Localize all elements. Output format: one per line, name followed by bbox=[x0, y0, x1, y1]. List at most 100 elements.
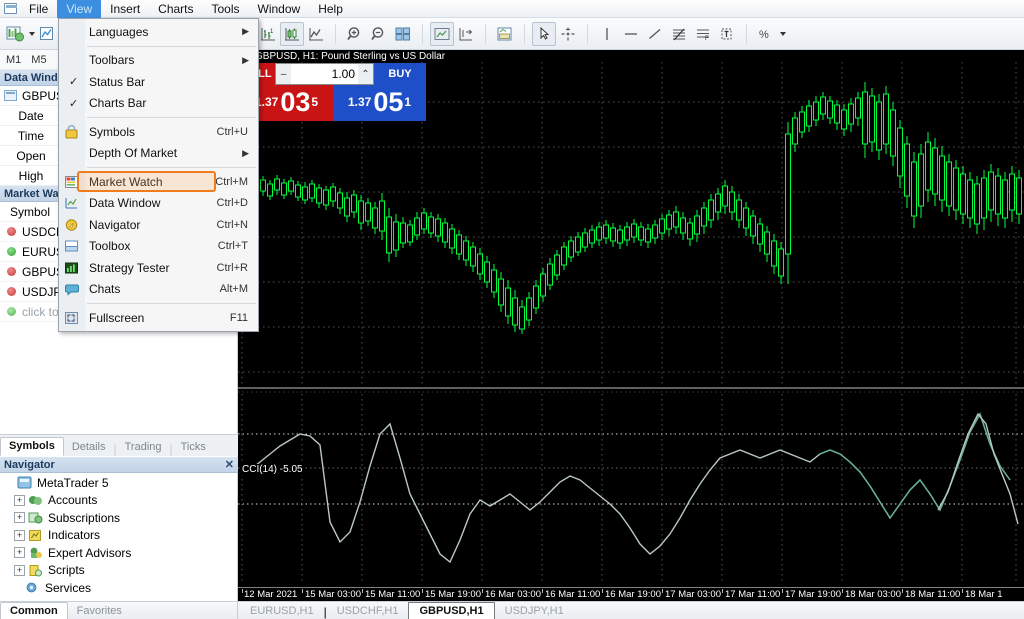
chart-time-axis: 12 Mar 2021 15 Mar 03:00 15 Mar 11:00 15… bbox=[238, 587, 1024, 601]
profiles-icon[interactable] bbox=[35, 22, 59, 46]
menu-item-languages[interactable]: Languages ▶ bbox=[59, 21, 258, 43]
svg-text:1: 1 bbox=[270, 29, 274, 35]
menu-item-tools[interactable]: Tools bbox=[203, 0, 249, 18]
timeframe-m1[interactable]: M1 bbox=[6, 54, 21, 66]
text-label-icon[interactable] bbox=[715, 22, 739, 46]
navigator-item-services[interactable]: Services bbox=[0, 579, 238, 597]
menu-item-navigator[interactable]: Navigator Ctrl+N bbox=[59, 214, 258, 236]
volume-stepper[interactable]: – 1.00 ⌃ bbox=[275, 63, 374, 85]
time-label: 17 Mar 11:00 bbox=[725, 589, 781, 600]
auto-scroll-icon[interactable] bbox=[429, 21, 454, 46]
navigator-item-subscriptions[interactable]: + Subscriptions bbox=[0, 509, 238, 527]
chart-tab-usdjpy[interactable]: USDJPY,H1 bbox=[495, 603, 574, 619]
navigator-icon bbox=[64, 218, 80, 232]
vertical-line-icon[interactable] bbox=[595, 22, 619, 46]
menu-item-toolbox[interactable]: Toolbox Ctrl+T bbox=[59, 236, 258, 258]
menu-separator bbox=[87, 45, 256, 47]
menu-shortcut: Ctrl+U bbox=[216, 125, 248, 138]
navigator-item-accounts[interactable]: + Accounts bbox=[0, 492, 238, 510]
chart-area[interactable]: GBPUSD, H1: Pound Sterling vs US Dollar bbox=[238, 50, 1024, 601]
menu-item-status-bar[interactable]: ✓ Status Bar bbox=[59, 71, 258, 93]
direction-down-icon bbox=[6, 286, 17, 297]
menu-item-depth-of-market[interactable]: Depth Of Market ▶ bbox=[59, 143, 258, 165]
line-chart-icon[interactable] bbox=[304, 22, 328, 46]
zoom-in-icon[interactable] bbox=[343, 22, 367, 46]
menu-separator bbox=[87, 117, 256, 118]
time-label: 16 Mar 11:00 bbox=[545, 589, 601, 600]
new-chart-icon[interactable] bbox=[3, 22, 27, 46]
time-label: 17 Mar 19:00 bbox=[785, 589, 841, 600]
menu-shortcut: Ctrl+T bbox=[217, 240, 248, 253]
buy-label: BUY bbox=[374, 63, 426, 85]
expand-icon[interactable]: + bbox=[14, 547, 25, 559]
chats-icon bbox=[64, 282, 80, 296]
menu-item-file[interactable]: File bbox=[20, 0, 57, 18]
expand-icon[interactable]: + bbox=[14, 529, 25, 541]
menu-item-charts[interactable]: Charts bbox=[149, 0, 202, 18]
tile-windows-icon[interactable] bbox=[391, 22, 415, 46]
chart-tab-eurusd[interactable]: EURUSD,H1 bbox=[240, 603, 324, 619]
chart-shift-icon[interactable] bbox=[454, 22, 478, 46]
fibonacci-icon[interactable] bbox=[667, 22, 691, 46]
volume-increment-button[interactable]: ⌃ bbox=[358, 64, 373, 84]
horizontal-line-icon[interactable] bbox=[619, 22, 643, 46]
view-dropdown-menu[interactable]: Languages ▶ Toolbars ▶ ✓ Status Bar ✓ Ch… bbox=[58, 18, 259, 332]
tab-details[interactable]: Details bbox=[64, 439, 114, 456]
time-label: 17 Mar 03:00 bbox=[665, 589, 721, 600]
menu-item-market-watch[interactable]: Market Watch Ctrl+M bbox=[59, 171, 258, 193]
close-icon[interactable]: ✕ bbox=[225, 457, 238, 473]
volume-value[interactable]: 1.00 bbox=[291, 67, 358, 81]
menu-item-charts-bar[interactable]: ✓ Charts Bar bbox=[59, 93, 258, 115]
chart-plot[interactable] bbox=[238, 62, 1024, 599]
navigator-title: Navigator ✕ bbox=[0, 457, 238, 473]
strategy-tester-icon bbox=[64, 261, 80, 275]
menu-item-help[interactable]: Help bbox=[309, 0, 352, 18]
tab-ticks[interactable]: Ticks bbox=[173, 439, 214, 456]
one-click-trading-panel[interactable]: SELL – 1.00 ⌃ BUY 1.37 03 5 1.37 05 1 bbox=[240, 63, 426, 121]
indicators-caret-icon[interactable] bbox=[779, 31, 786, 36]
tab-symbols[interactable]: Symbols bbox=[0, 437, 64, 456]
expand-icon[interactable]: + bbox=[14, 494, 25, 506]
checkmark-icon: ✓ bbox=[69, 97, 79, 110]
navigator-item-indicators[interactable]: + Indicators bbox=[0, 527, 238, 545]
submenu-arrow-icon: ▶ bbox=[242, 54, 249, 65]
menu-shortcut: Ctrl+D bbox=[216, 197, 248, 210]
time-label: 18 Mar 11:00 bbox=[905, 589, 961, 600]
trendline-icon[interactable] bbox=[643, 22, 667, 46]
timeframe-m5[interactable]: M5 bbox=[31, 54, 46, 66]
bar-chart-icon[interactable]: 1 bbox=[256, 22, 280, 46]
add-symbol-icon bbox=[6, 306, 17, 317]
menu-item-symbols[interactable]: Symbols Ctrl+U bbox=[59, 121, 258, 143]
crosshair-icon[interactable] bbox=[556, 22, 580, 46]
menu-item-window[interactable]: Window bbox=[249, 0, 310, 18]
tab-favorites[interactable]: Favorites bbox=[68, 603, 131, 619]
tab-common[interactable]: Common bbox=[0, 602, 68, 619]
chart-tab-gbpusd[interactable]: GBPUSD,H1 bbox=[408, 602, 495, 619]
volume-decrement-button[interactable]: – bbox=[276, 64, 291, 84]
candlestick-chart-icon[interactable] bbox=[279, 21, 304, 46]
svg-text:%: % bbox=[759, 29, 769, 41]
chart-tab-usdchf[interactable]: USDCHF,H1 bbox=[327, 603, 409, 619]
navigator-item-expert-advisors[interactable]: + Expert Advisors bbox=[0, 544, 238, 562]
templates-icon[interactable] bbox=[493, 22, 517, 46]
expand-icon[interactable]: + bbox=[14, 564, 25, 576]
menu-item-view[interactable]: View bbox=[57, 0, 102, 18]
subscriptions-icon bbox=[28, 511, 43, 524]
navigator-item-scripts[interactable]: + Scripts bbox=[0, 562, 238, 580]
buy-button[interactable]: 1.37 05 1 bbox=[333, 85, 426, 121]
bottom-bar: Common Favorites EURUSD,H1 | USDCHF,H1 G… bbox=[0, 601, 1024, 619]
zoom-out-icon[interactable] bbox=[367, 22, 391, 46]
navigator-tabstrip: Common Favorites bbox=[0, 602, 238, 619]
navigator-item-metatrader5[interactable]: MetaTrader 5 bbox=[0, 474, 238, 492]
menu-item-data-window[interactable]: Data Window Ctrl+D bbox=[59, 193, 258, 215]
indicators-icon[interactable]: % bbox=[754, 22, 778, 46]
menu-item-toolbars[interactable]: Toolbars ▶ bbox=[59, 50, 258, 72]
menu-item-fullscreen[interactable]: Fullscreen F11 bbox=[59, 307, 258, 329]
expand-icon[interactable]: + bbox=[14, 512, 25, 524]
menu-item-insert[interactable]: Insert bbox=[101, 0, 149, 18]
menu-item-strategy-tester[interactable]: Strategy Tester Ctrl+R bbox=[59, 257, 258, 279]
equidistant-channel-icon[interactable]: F bbox=[691, 22, 715, 46]
cursor-icon[interactable] bbox=[531, 21, 556, 46]
tab-trading[interactable]: Trading bbox=[117, 439, 170, 456]
menu-item-chats[interactable]: Chats Alt+M bbox=[59, 279, 258, 301]
